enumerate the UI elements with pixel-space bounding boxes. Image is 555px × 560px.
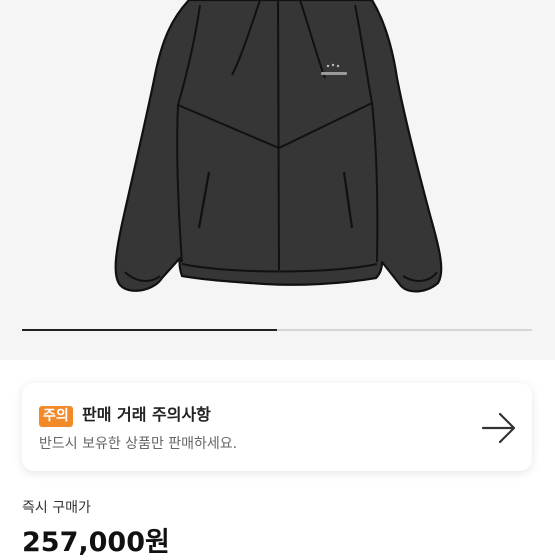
progress-fill [22,329,277,331]
arrow-right-icon[interactable] [480,411,518,445]
product-image-area[interactable] [0,0,555,360]
caution-badge: 주의 [39,406,73,427]
notice-title: 판매 거래 주의사항 [82,405,211,424]
sell-notice-card[interactable]: 주의 판매 거래 주의사항 반드시 보유한 상품만 판매하세요. [22,383,532,471]
instant-buy-price-label: 즉시 구매가 [22,500,91,516]
product-jacket-image [114,0,443,293]
notice-description: 반드시 보유한 상품만 판매하세요. [39,436,238,452]
image-carousel-progress [22,329,532,331]
